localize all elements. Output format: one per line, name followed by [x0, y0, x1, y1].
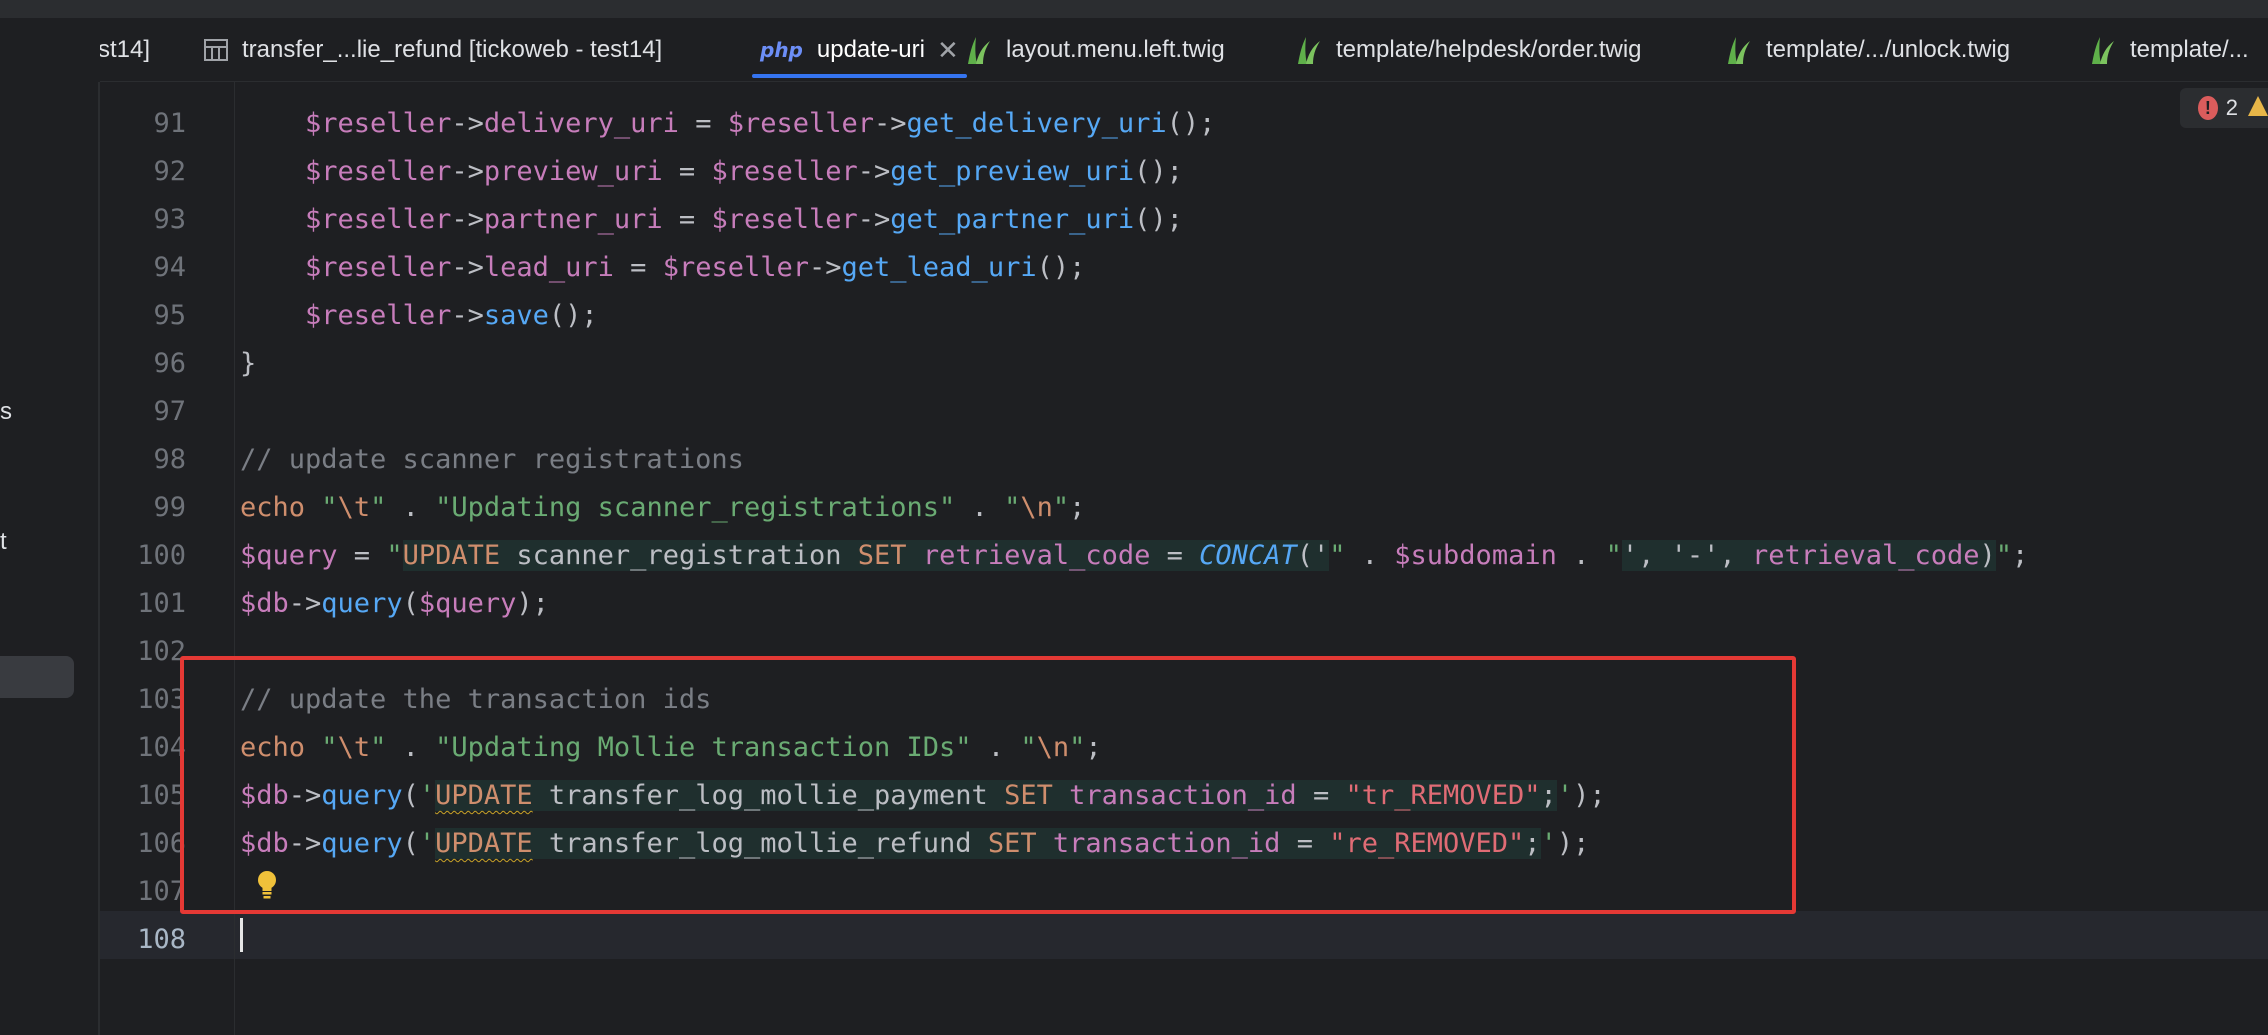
- code-line[interactable]: 95 $reseller->save();: [100, 292, 2268, 340]
- line-number: 94: [153, 252, 186, 283]
- code-line[interactable]: 100 $query = "UPDATE scanner_registration…: [100, 532, 2268, 580]
- code-text[interactable]: $reseller->preview_uri = $reseller->get_…: [240, 148, 1183, 196]
- text-caret: [240, 918, 243, 952]
- line-number: 98: [153, 444, 186, 475]
- line-number: 91: [153, 108, 186, 139]
- tab-label: template/...: [2130, 36, 2249, 63]
- code-text[interactable]: $reseller->lead_uri = $reseller->get_lea…: [240, 244, 1085, 292]
- code-text[interactable]: $reseller->save();: [240, 292, 598, 340]
- line-number: 104: [137, 732, 186, 763]
- active-tab-indicator: [752, 74, 967, 78]
- inspection-widget[interactable]: ! 2: [2180, 88, 2268, 128]
- line-number: 99: [153, 492, 186, 523]
- code-text[interactable]: }: [240, 340, 256, 388]
- code-line[interactable]: 108: [100, 916, 2268, 964]
- code-text[interactable]: $query = "UPDATE scanner_registration SE…: [240, 532, 2028, 580]
- left-tool-panel: s t: [0, 0, 100, 1035]
- code-text[interactable]: $reseller->partner_uri = $reseller->get_…: [240, 196, 1183, 244]
- line-number: 102: [137, 636, 186, 667]
- twig-icon: [2090, 35, 2116, 65]
- error-icon: !: [2198, 96, 2218, 120]
- code-text[interactable]: $db->query($query);: [240, 580, 549, 628]
- warning-icon: [2248, 95, 2268, 122]
- line-number: 97: [153, 396, 186, 427]
- twig-icon: [1726, 35, 1752, 65]
- tab-label: template/helpdesk/order.twig: [1336, 36, 1642, 63]
- tab-update-uri[interactable]: php update-uri ✕: [752, 18, 967, 81]
- line-number: 92: [153, 156, 186, 187]
- line-number: 105: [137, 780, 186, 811]
- tab-label: template/.../unlock.twig: [1766, 36, 2011, 63]
- line-number: 106: [137, 828, 186, 859]
- twig-icon: [966, 35, 992, 65]
- left-panel-fragment[interactable]: t: [0, 528, 7, 556]
- php-icon: php: [760, 38, 803, 62]
- left-panel-selected-item[interactable]: [0, 656, 74, 698]
- line-number: 100: [137, 540, 186, 571]
- table-icon: [204, 39, 228, 61]
- left-panel-fragment[interactable]: s: [0, 398, 12, 426]
- line-number: 103: [137, 684, 186, 715]
- tab-layout-menu-left[interactable]: layout.menu.left.twig: [966, 18, 1225, 81]
- code-line[interactable]: 96}: [100, 340, 2268, 388]
- line-number: 108: [137, 924, 186, 955]
- title-bar: [100, 0, 2268, 18]
- code-line[interactable]: 98 // update scanner registrations: [100, 436, 2268, 484]
- tab-label: update-uri: [816, 36, 925, 63]
- code-line[interactable]: 91 $reseller->delivery_uri = $reseller->…: [100, 100, 2268, 148]
- code-line[interactable]: 93 $reseller->partner_uri = $reseller->g…: [100, 196, 2268, 244]
- code-line[interactable]: 92 $reseller->preview_uri = $reseller->g…: [100, 148, 2268, 196]
- line-number: 93: [153, 204, 186, 235]
- code-line[interactable]: 101 $db->query($query);: [100, 580, 2268, 628]
- editor-tab-bar: st14] transfer_...lie_refund [tickoweb -…: [100, 18, 2268, 82]
- tab-label: layout.menu.left.twig: [1006, 36, 1225, 63]
- close-icon[interactable]: ✕: [937, 35, 959, 66]
- code-text[interactable]: echo "\t" . "Updating scanner_registrati…: [240, 484, 1085, 532]
- line-number: 96: [153, 348, 186, 379]
- line-number: 107: [137, 876, 186, 907]
- tab-label: transfer_...lie_refund [tickoweb - test1…: [242, 36, 663, 63]
- left-top-band: [0, 0, 100, 18]
- tab-test14[interactable]: st14]: [100, 18, 151, 81]
- code-line[interactable]: 97: [100, 388, 2268, 436]
- annotation-highlight-box: [180, 656, 1796, 914]
- tab-template-truncated[interactable]: template/...: [2090, 18, 2249, 81]
- code-line[interactable]: 99 echo "\t" . "Updating scanner_registra…: [100, 484, 2268, 532]
- tab-unlock[interactable]: template/.../unlock.twig: [1726, 18, 2011, 81]
- code-text[interactable]: $reseller->delivery_uri = $reseller->get…: [240, 100, 1215, 148]
- tab-transfer-log-mollie-refund[interactable]: transfer_...lie_refund [tickoweb - test1…: [204, 18, 663, 81]
- error-count: 2: [2225, 95, 2238, 120]
- line-number: 101: [137, 588, 186, 619]
- code-line[interactable]: 94 $reseller->lead_uri = $reseller->get_…: [100, 244, 2268, 292]
- line-number: 95: [153, 300, 186, 331]
- twig-icon: [1296, 35, 1322, 65]
- tab-helpdesk-order[interactable]: template/helpdesk/order.twig: [1296, 18, 1642, 81]
- tab-label: st14]: [100, 36, 151, 63]
- code-text[interactable]: // update scanner registrations: [240, 436, 744, 484]
